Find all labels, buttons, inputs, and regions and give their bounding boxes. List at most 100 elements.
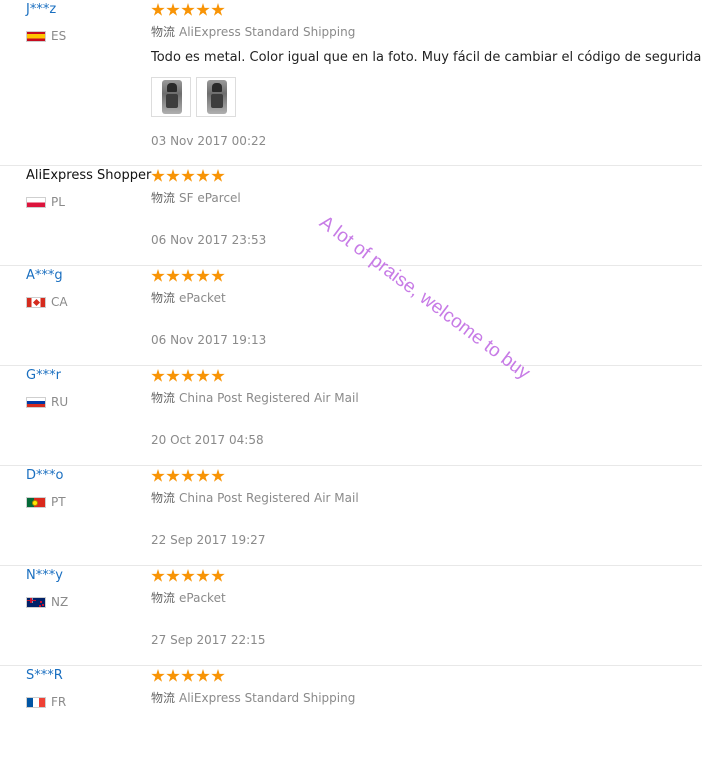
es-flag-icon bbox=[26, 31, 46, 42]
shipping-method: ePacket bbox=[179, 291, 226, 305]
star-icon bbox=[181, 369, 195, 382]
star-icon bbox=[166, 669, 180, 682]
buyer-name[interactable]: S***R bbox=[26, 668, 63, 684]
country-code: RU bbox=[51, 395, 69, 409]
shipping-info: 物流 ePacket bbox=[151, 590, 226, 606]
buyer-name: AliExpress Shopper bbox=[26, 168, 152, 183]
shipping-label: 物流 bbox=[151, 691, 176, 705]
review-date: 06 Nov 2017 23:53 bbox=[151, 233, 267, 247]
star-icon bbox=[211, 3, 225, 16]
shipping-label: 物流 bbox=[151, 591, 176, 605]
star-icon bbox=[196, 169, 210, 182]
shipping-info: 物流 ePacket bbox=[151, 290, 226, 306]
star-icon bbox=[196, 369, 210, 382]
shipping-label: 物流 bbox=[151, 25, 176, 39]
review-date: 03 Nov 2017 00:22 bbox=[151, 134, 267, 148]
review-photo-thumbnail[interactable] bbox=[196, 77, 236, 117]
shipping-label: 物流 bbox=[151, 291, 176, 305]
shipping-label: 物流 bbox=[151, 391, 176, 405]
pl-flag-icon bbox=[26, 197, 46, 208]
star-icon bbox=[211, 469, 225, 482]
star-icon bbox=[166, 569, 180, 582]
review-date: 20 Oct 2017 04:58 bbox=[151, 433, 264, 447]
star-rating bbox=[151, 268, 226, 283]
star-icon bbox=[211, 169, 225, 182]
star-icon bbox=[211, 569, 225, 582]
star-icon bbox=[151, 269, 165, 282]
ru-flag-icon bbox=[26, 397, 46, 408]
review-item: J***z ES 物流 AliExpress Standard Shipping Tod… bbox=[0, 0, 702, 166]
product-photo-icon bbox=[162, 80, 182, 114]
star-icon bbox=[196, 469, 210, 482]
star-icon bbox=[166, 469, 180, 482]
star-icon bbox=[211, 369, 225, 382]
shipping-info: 物流 China Post Registered Air Mail bbox=[151, 390, 359, 406]
shipping-method: AliExpress Standard Shipping bbox=[179, 25, 356, 39]
product-photo-icon bbox=[207, 80, 227, 114]
shipping-method: AliExpress Standard Shipping bbox=[179, 691, 356, 705]
review-item: A***g CA 物流 ePacket 06 Nov 2017 19:13 bbox=[0, 266, 702, 366]
review-item: D***o PT 物流 China Post Registered Air Mail 2… bbox=[0, 466, 702, 566]
shipping-method: SF eParcel bbox=[179, 191, 241, 205]
country-code: ES bbox=[51, 29, 67, 43]
star-rating bbox=[151, 368, 226, 383]
star-icon bbox=[151, 669, 165, 682]
shipping-info: 物流 AliExpress Standard Shipping bbox=[151, 24, 355, 40]
star-icon bbox=[181, 469, 195, 482]
pt-flag-icon bbox=[26, 497, 46, 508]
star-icon bbox=[151, 369, 165, 382]
shipping-info: 物流 China Post Registered Air Mail bbox=[151, 490, 359, 506]
country-code: CA bbox=[51, 295, 68, 309]
star-rating bbox=[151, 468, 226, 483]
country-code: NZ bbox=[51, 595, 69, 609]
star-rating bbox=[151, 668, 226, 683]
shipping-method: ePacket bbox=[179, 591, 226, 605]
star-icon bbox=[211, 669, 225, 682]
review-photos bbox=[151, 77, 241, 119]
star-icon bbox=[196, 669, 210, 682]
country-code: PL bbox=[51, 195, 65, 209]
buyer-name[interactable]: D***o bbox=[26, 468, 63, 484]
country-code: FR bbox=[51, 695, 67, 709]
star-icon bbox=[166, 369, 180, 382]
star-icon bbox=[181, 569, 195, 582]
star-icon bbox=[151, 169, 165, 182]
star-icon bbox=[196, 569, 210, 582]
buyer-name[interactable]: N***y bbox=[26, 568, 63, 584]
shipping-info: 物流 SF eParcel bbox=[151, 190, 241, 206]
star-icon bbox=[166, 169, 180, 182]
review-date: 06 Nov 2017 19:13 bbox=[151, 333, 267, 347]
ca-flag-icon bbox=[26, 297, 46, 308]
shipping-info: 物流 AliExpress Standard Shipping bbox=[151, 690, 355, 706]
shipping-method: China Post Registered Air Mail bbox=[179, 391, 359, 405]
star-icon bbox=[211, 269, 225, 282]
nz-flag-icon bbox=[26, 597, 46, 608]
star-icon bbox=[151, 469, 165, 482]
star-icon bbox=[181, 669, 195, 682]
country-code: PT bbox=[51, 495, 66, 509]
star-icon bbox=[151, 569, 165, 582]
review-date: 27 Sep 2017 22:15 bbox=[151, 633, 266, 647]
star-icon bbox=[196, 3, 210, 16]
buyer-name[interactable]: J***z bbox=[26, 2, 56, 18]
star-icon bbox=[196, 269, 210, 282]
review-photo-thumbnail[interactable] bbox=[151, 77, 191, 117]
buyer-name[interactable]: G***r bbox=[26, 368, 61, 384]
feedback-text: Todo es metal. Color igual que en la fot… bbox=[151, 50, 702, 65]
buyer-name[interactable]: A***g bbox=[26, 268, 63, 284]
star-icon bbox=[166, 269, 180, 282]
review-date: 22 Sep 2017 19:27 bbox=[151, 533, 266, 547]
star-icon bbox=[181, 169, 195, 182]
review-item: S***R FR 物流 AliExpress Standard Shipping bbox=[0, 666, 702, 766]
star-rating bbox=[151, 168, 226, 183]
star-icon bbox=[181, 269, 195, 282]
shipping-label: 物流 bbox=[151, 491, 176, 505]
shipping-label: 物流 bbox=[151, 191, 176, 205]
star-icon bbox=[151, 3, 165, 16]
review-item: N***y NZ 物流 ePacket 27 Sep 2017 22:15 bbox=[0, 566, 702, 666]
review-item: AliExpress Shopper PL 物流 SF eParcel 06 Nov 2… bbox=[0, 166, 702, 266]
star-rating bbox=[151, 568, 226, 583]
review-list: J***z ES 物流 AliExpress Standard Shipping Tod… bbox=[0, 0, 702, 766]
star-icon bbox=[166, 3, 180, 16]
fr-flag-icon bbox=[26, 697, 46, 708]
